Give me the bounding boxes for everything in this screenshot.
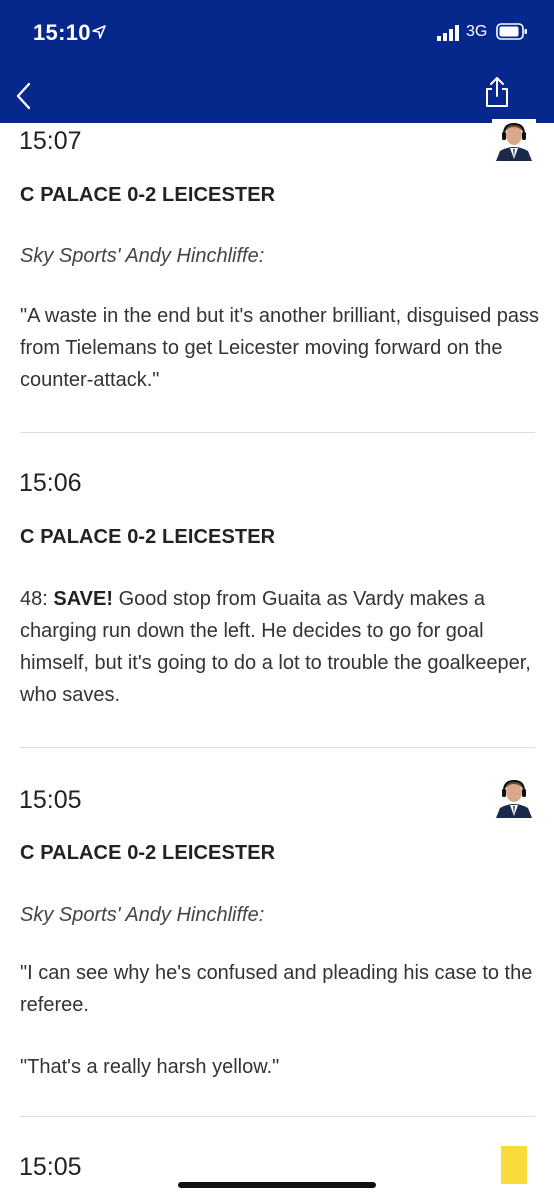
match-score: C PALACE 0-2 LEICESTER [20, 184, 276, 206]
match-score: C PALACE 0-2 LEICESTER [20, 842, 276, 864]
entry-time: 15:07 [19, 127, 82, 155]
chevron-left-icon [16, 82, 31, 110]
yellow-card-icon [501, 1146, 527, 1184]
event-highlight: SAVE! [53, 588, 114, 610]
location-arrow-icon [92, 25, 106, 39]
entry-byline: Sky Sports' Andy Hinchliffe: [20, 245, 265, 267]
commentator-avatar-icon [492, 776, 536, 818]
commentator-avatar-icon [492, 119, 536, 161]
match-score: C PALACE 0-2 LEICESTER [20, 526, 276, 548]
share-icon [486, 77, 508, 107]
entry-divider [20, 1116, 535, 1117]
entry-commentary: 48: SAVE! Good stop from Guaita as Vardy… [20, 583, 540, 711]
entry-time: 15:05 [19, 786, 82, 814]
entry-time: 15:06 [19, 469, 82, 497]
battery-icon [496, 23, 527, 40]
status-time: 15:10 [33, 20, 91, 45]
home-indicator[interactable] [178, 1182, 376, 1188]
share-button[interactable] [480, 74, 514, 112]
entry-quote: "I can see why he's confused and pleadin… [20, 962, 533, 1016]
network-type: 3G [466, 23, 488, 40]
entry-byline: Sky Sports' Andy Hinchliffe: [20, 904, 265, 926]
entry-quote: "That's a really harsh yellow." [20, 1056, 280, 1078]
entry-quote: "A waste in the end but it's another bri… [20, 305, 540, 391]
entry-divider [20, 747, 535, 748]
app-header: 15:10 3G [0, 0, 554, 123]
match-minute: 48: [20, 588, 48, 610]
signal-bars-icon [437, 25, 459, 41]
entry-time: 15:05 [19, 1153, 82, 1181]
status-bar: 15:10 3G [0, 0, 554, 62]
entry-divider [20, 432, 535, 433]
back-button[interactable] [10, 78, 40, 114]
